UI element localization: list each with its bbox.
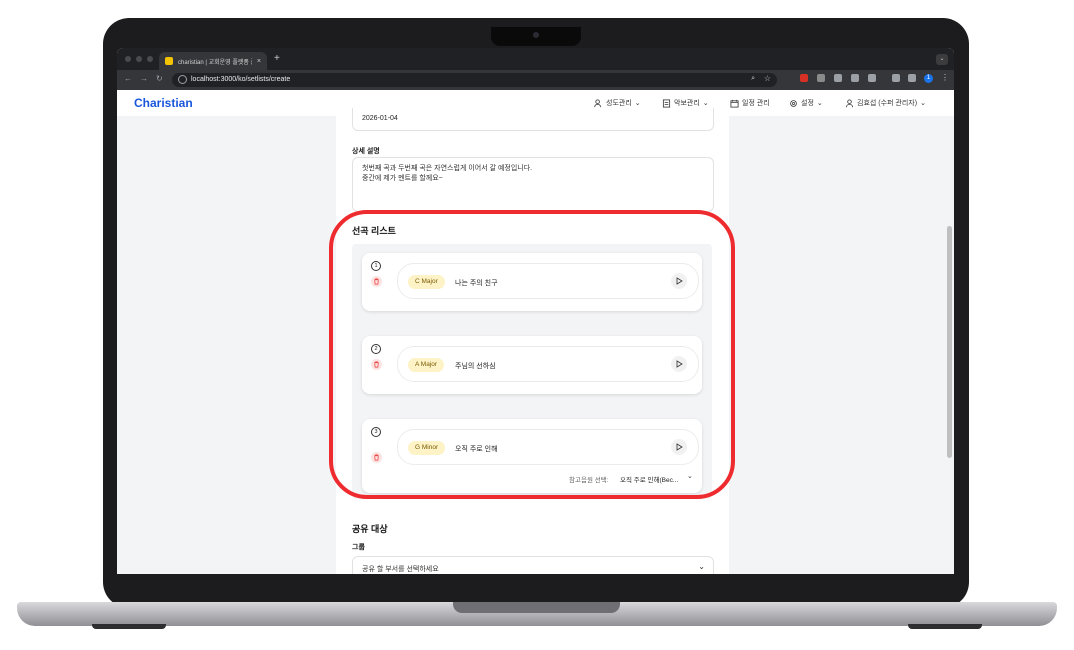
group-placeholder: 공유 할 부서를 선택하세요	[362, 566, 439, 573]
group-select[interactable]: 공유 할 부서를 선택하세요 ⌄	[352, 556, 714, 574]
chevron-down-icon: ⌄	[702, 100, 709, 107]
nav-label: 일정 관리	[742, 100, 770, 107]
reading-list-icon[interactable]	[908, 74, 916, 82]
description-line: 첫번째 곡과 두번째 곡은 자연스럽게 이어서 갈 예정입니다.	[362, 165, 533, 172]
puzzle-icon[interactable]	[868, 74, 876, 82]
brand-logo[interactable]: Charistian	[134, 96, 193, 110]
zoom-icon[interactable]: ⌕	[751, 75, 755, 83]
date-input[interactable]: 2026-01-04	[352, 108, 714, 131]
highlight-annotation	[329, 210, 735, 499]
users-icon	[594, 98, 601, 107]
eyedropper-icon[interactable]	[851, 74, 859, 82]
chevron-down-icon: ⌄	[920, 100, 926, 107]
description-line: 중간에 제가 멘트를 할께요~	[362, 175, 443, 182]
description-textarea[interactable]: 첫번째 곡과 두번째 곡은 자연스럽게 이어서 갈 예정입니다. 중간에 제가 …	[352, 157, 714, 212]
address-bar[interactable]: localhost:3000/ko/setlists/create ⌕ ☆	[172, 73, 777, 87]
sheet-icon	[662, 98, 671, 108]
window-controls[interactable]	[125, 56, 153, 62]
laptop-foot	[908, 624, 982, 629]
nav-label: 설정	[801, 100, 814, 107]
camera-icon	[533, 32, 539, 38]
extension-icon[interactable]	[834, 74, 842, 82]
nav-members[interactable]: 성도관리 ⌄	[594, 98, 641, 108]
profile-avatar[interactable]: 1	[924, 74, 933, 83]
nav-label: 악보관리	[674, 100, 700, 107]
extension-icon[interactable]	[817, 74, 825, 82]
nav-label: 성도관리	[606, 100, 632, 107]
chevron-down-icon: ⌄	[816, 100, 823, 107]
nav-sheets[interactable]: 악보관리 ⌄	[662, 98, 709, 108]
bookmark-star-icon[interactable]: ☆	[764, 74, 771, 83]
download-icon[interactable]	[892, 74, 900, 82]
share-section-title: 공유 대상	[352, 524, 388, 534]
browser-tab[interactable]: charistian | 교회운영 플랫폼 플랫 ×	[159, 52, 267, 70]
browser-tab-bar: charistian | 교회운영 플랫폼 플랫 × + ⌄	[117, 48, 954, 70]
favicon-icon	[165, 57, 173, 65]
nav-schedule[interactable]: 일정 관리	[730, 98, 770, 108]
gear-icon	[790, 99, 797, 107]
reload-icon[interactable]: ↻	[156, 74, 163, 83]
url-text: localhost:3000/ko/setlists/create	[191, 76, 291, 83]
calendar-icon	[730, 99, 739, 108]
site-info-icon[interactable]	[178, 75, 187, 84]
description-label: 상세 설명	[352, 148, 380, 155]
forward-icon[interactable]: →	[140, 74, 148, 83]
nav-user-menu[interactable]: 김효섭 (수퍼 관리자) ⌄	[845, 98, 926, 108]
user-icon	[845, 98, 854, 107]
back-icon[interactable]: ←	[124, 74, 132, 83]
laptop-base-lip	[453, 602, 620, 613]
nav-label: 김효섭 (수퍼 관리자)	[857, 100, 918, 107]
group-label: 그룹	[352, 544, 365, 551]
tab-close-icon[interactable]: ×	[257, 58, 261, 65]
tab-search-button[interactable]: ⌄	[936, 54, 948, 65]
tab-title: charistian | 교회운영 플랫폼 플랫	[178, 59, 252, 66]
browser-toolbar: ← → ↻ localhost:3000/ko/setlists/create …	[117, 70, 954, 90]
chevron-down-icon: ⌄	[698, 562, 705, 571]
chevron-down-icon: ⌄	[634, 100, 641, 107]
new-tab-button[interactable]: +	[274, 53, 280, 64]
page-scrollbar[interactable]	[947, 226, 952, 458]
extension-icon[interactable]	[800, 74, 808, 82]
date-value: 2026-01-04	[362, 115, 398, 122]
browser-menu-icon[interactable]: ⋮	[941, 73, 949, 82]
laptop-foot	[92, 624, 166, 629]
nav-settings[interactable]: 설정 ⌄	[789, 98, 823, 108]
